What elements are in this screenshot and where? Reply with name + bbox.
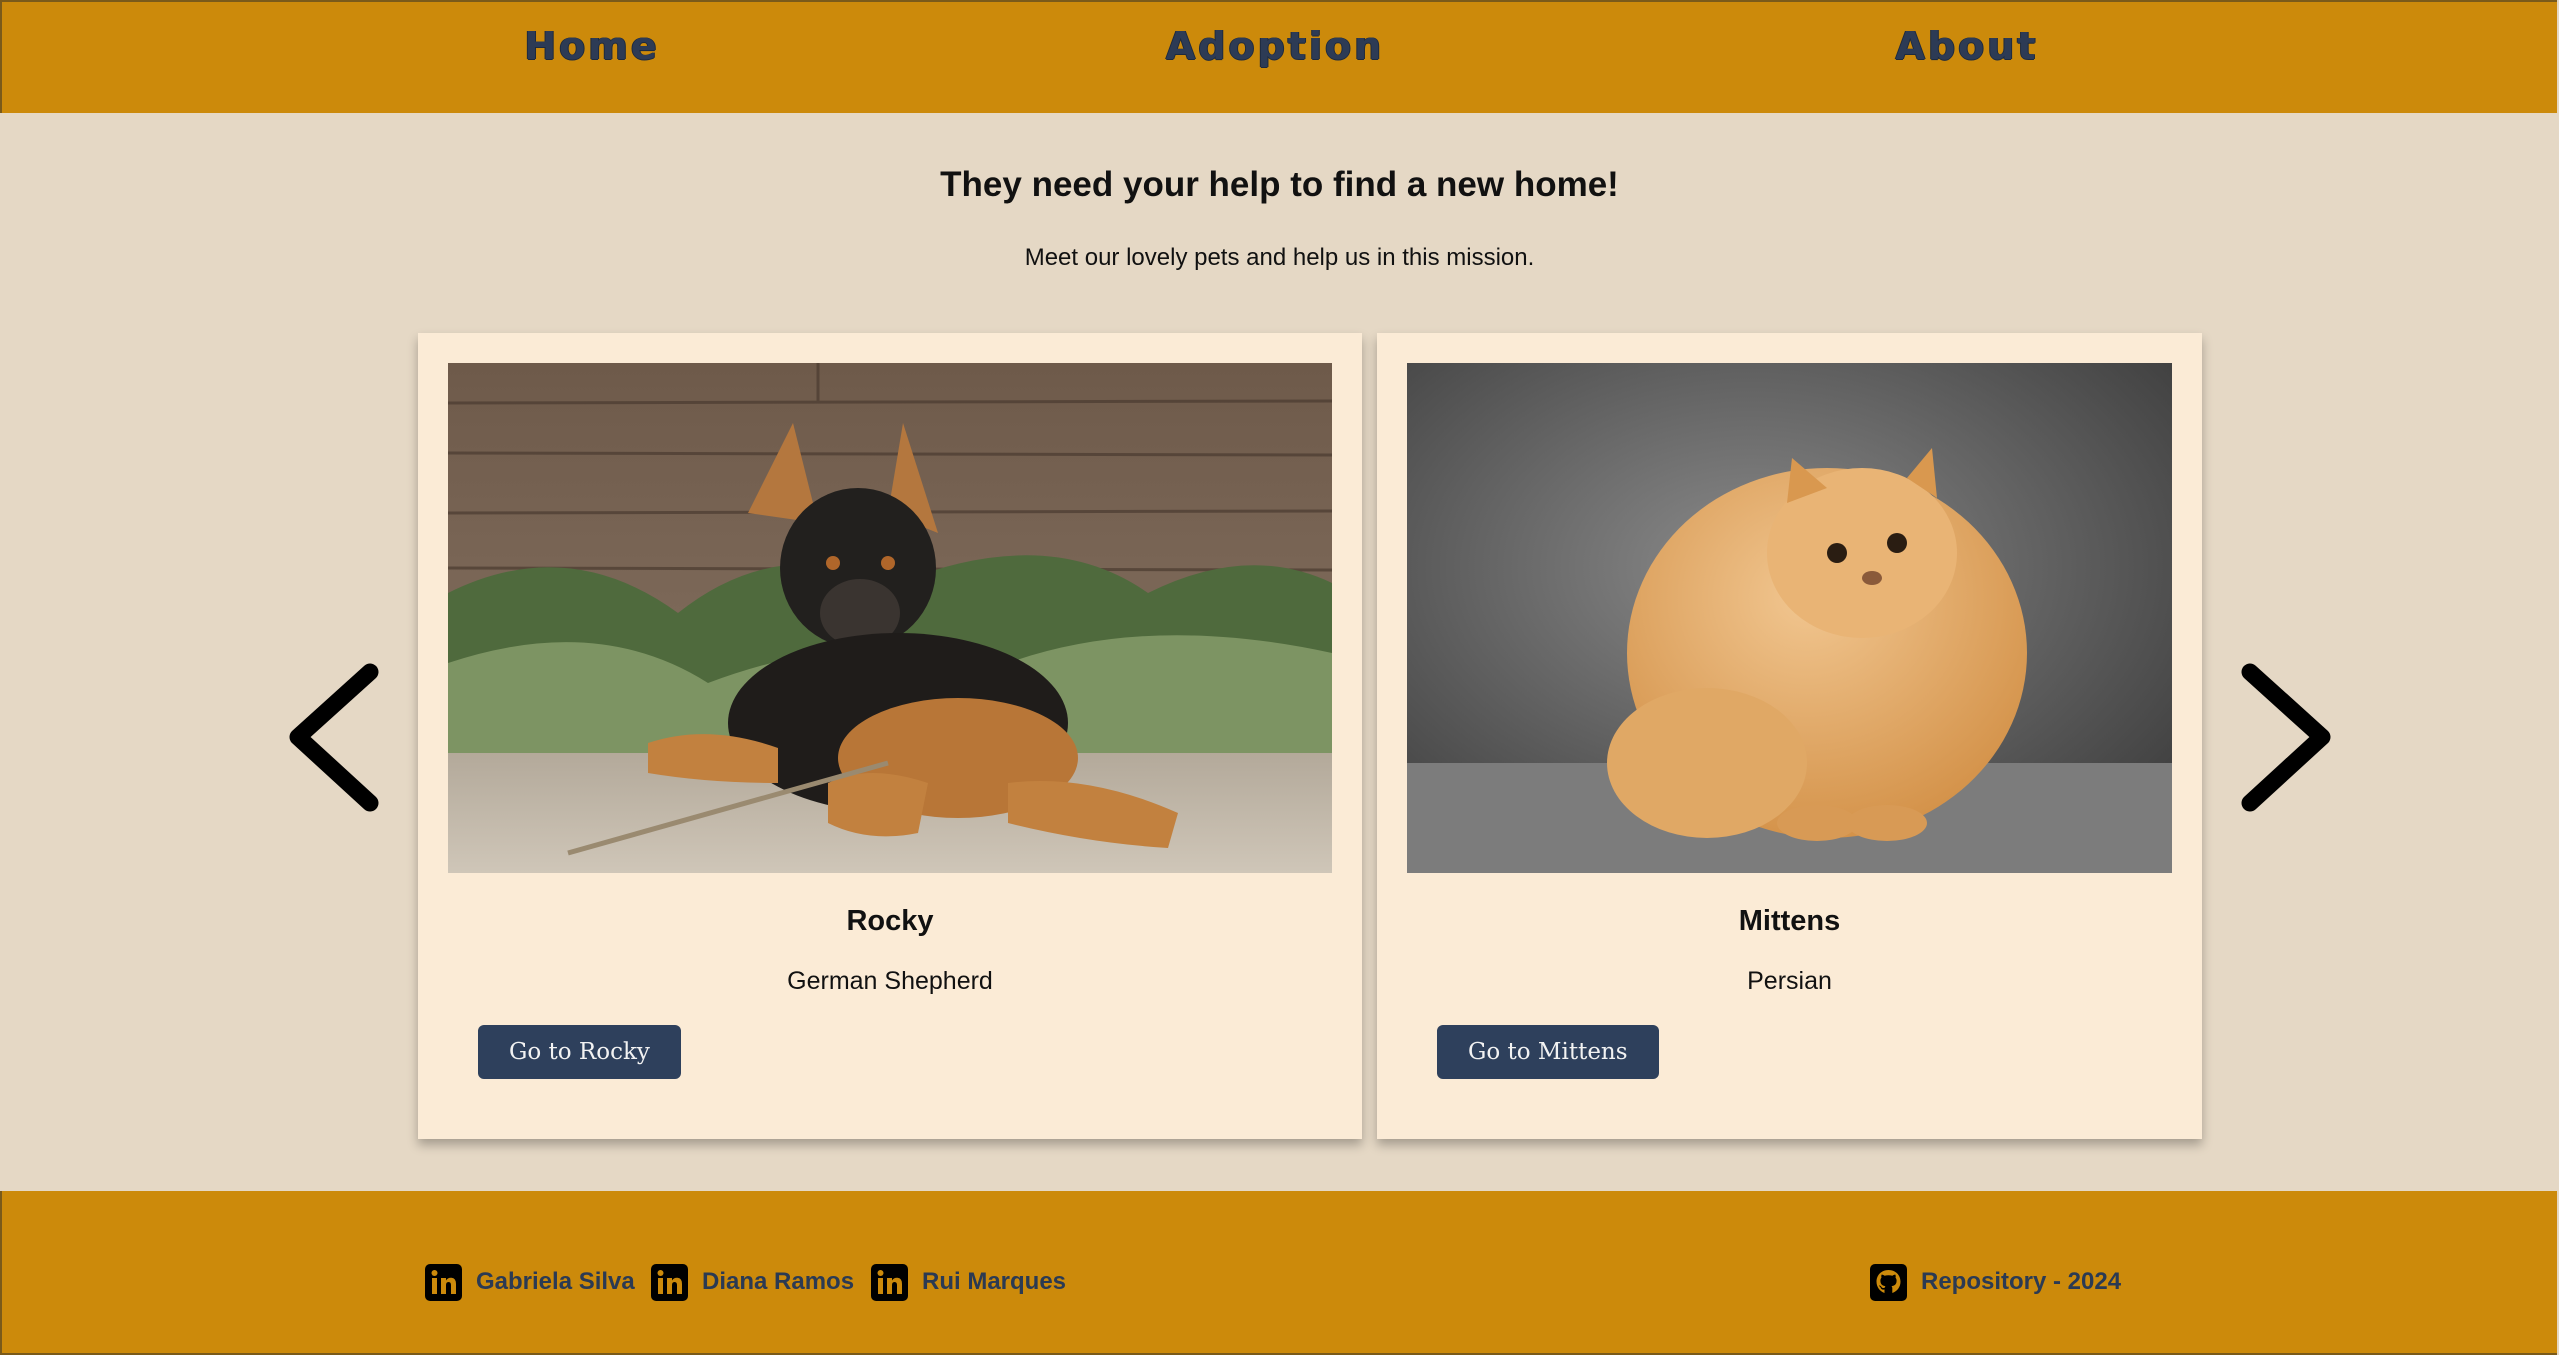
- page-heading: They need your help to find a new home!: [940, 165, 1619, 204]
- pet-name: Mittens: [1738, 905, 1841, 937]
- pet-photo-cat: [1407, 363, 2172, 873]
- chevron-left-icon: [289, 663, 379, 812]
- linkedin-icon: [651, 1263, 688, 1301]
- author-name: Gabriela Silva: [476, 1268, 635, 1295]
- repository-label: Repository - 2024: [1921, 1268, 2122, 1295]
- pet-breed: German Shepherd: [787, 967, 993, 995]
- nav-adoption-link[interactable]: Adoption: [1166, 24, 1384, 68]
- author-name: Diana Ramos: [702, 1268, 855, 1295]
- github-icon: [1870, 1263, 1907, 1301]
- repository-link[interactable]: Repository - 2024: [1870, 1262, 2121, 1302]
- footer: Gabriela Silva Diana Ramos Rui Marques R…: [0, 1191, 2557, 1355]
- pet-name: Rocky: [846, 905, 934, 937]
- author-link-gabriela[interactable]: Gabriela Silva: [425, 1262, 635, 1302]
- pet-card: Rocky German Shepherd Go to Rocky: [418, 333, 1362, 1139]
- carousel-next-button[interactable]: [2228, 660, 2338, 815]
- pet-card: Mittens Persian Go to Mittens: [1377, 333, 2202, 1139]
- pet-photo-dog: [448, 363, 1332, 873]
- top-nav-bar: Home Adoption About: [0, 0, 2557, 113]
- go-to-pet-button[interactable]: Go to Rocky: [478, 1025, 681, 1079]
- go-to-pet-button[interactable]: Go to Mittens: [1437, 1025, 1659, 1079]
- carousel-prev-button[interactable]: [282, 660, 392, 815]
- linkedin-icon: [871, 1263, 908, 1301]
- author-link-rui[interactable]: Rui Marques: [871, 1262, 1066, 1302]
- linkedin-icon: [425, 1263, 462, 1301]
- nav-about-link[interactable]: About: [1896, 24, 2039, 68]
- nav-home-link[interactable]: Home: [524, 24, 659, 68]
- pet-breed: Persian: [1747, 967, 1832, 995]
- author-link-diana[interactable]: Diana Ramos: [651, 1262, 854, 1302]
- chevron-right-icon: [2241, 663, 2331, 812]
- adoption-page: Home Adoption About They need your help …: [0, 0, 2559, 1355]
- page-subheading: Meet our lovely pets and help us in this…: [1024, 244, 1535, 271]
- author-name: Rui Marques: [922, 1268, 1067, 1295]
